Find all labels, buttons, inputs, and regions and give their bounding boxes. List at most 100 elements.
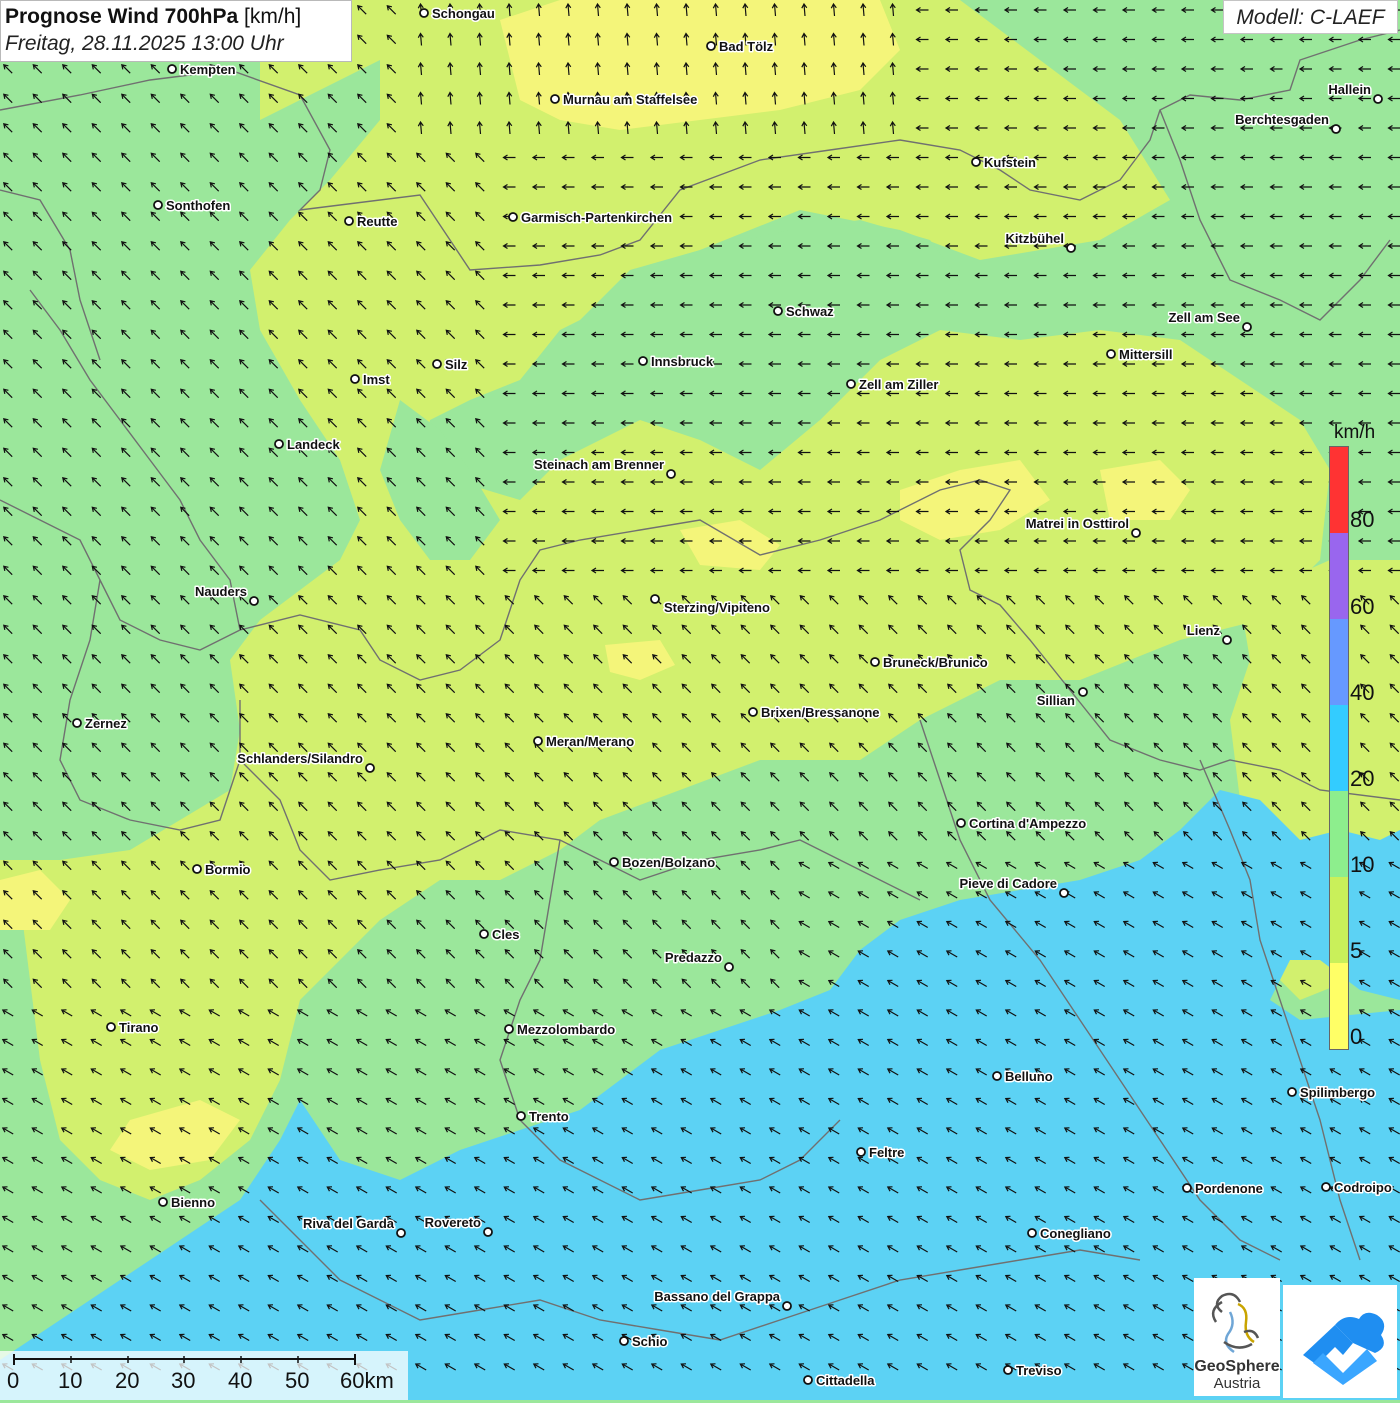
city-label: Cles	[492, 927, 519, 942]
city-label: Brixen/Bressanone	[761, 705, 880, 720]
city-zell-am-ziller: Zell am Ziller	[847, 377, 938, 392]
city-schongau: Schongau	[420, 6, 495, 21]
city-label: Pieve di Cadore	[959, 876, 1057, 891]
city-marker-icon	[351, 375, 359, 383]
city-label: Rovereto	[425, 1215, 481, 1230]
city-marker-icon	[397, 1229, 405, 1237]
city-marker-icon	[1183, 1184, 1191, 1192]
wind-forecast-map[interactable]: Schongau Bad Tölz Kempten Murnau am Staffel…	[0, 0, 1400, 1400]
legend-segment-cyan	[1330, 705, 1348, 791]
city-cortina-d-ampezzo: Cortina d'Ampezzo	[957, 816, 1086, 831]
map-title: Prognose Wind 700hPa [km/h]	[5, 4, 351, 30]
legend-tick-80: 80	[1350, 507, 1374, 533]
city-bruneck-brunico: Bruneck/Brunico	[871, 655, 988, 670]
legend-unit: km/h	[1334, 422, 1375, 444]
city-label: Schwaz	[786, 304, 834, 319]
city-marker-icon	[1288, 1088, 1296, 1096]
city-label: Feltre	[869, 1145, 904, 1160]
scale-label-50: 50	[285, 1368, 309, 1394]
city-marker-icon	[667, 470, 675, 478]
geosphere-emblem-icon	[1194, 1282, 1280, 1360]
city-conegliano: Conegliano	[1028, 1226, 1111, 1241]
geosphere-logo[interactable]: GeoSphere Austria	[1194, 1278, 1280, 1396]
city-label: Lienz	[1187, 623, 1221, 638]
city-label: Innsbruck	[651, 354, 714, 369]
city-marker-icon	[551, 95, 559, 103]
city-label: Mezzolombardo	[517, 1022, 615, 1037]
city-label: Silz	[445, 357, 468, 372]
city-marker-icon	[1322, 1183, 1330, 1191]
city-label: Bozen/Bolzano	[622, 855, 715, 870]
city-label: Kempten	[180, 62, 236, 77]
city-marker-icon	[517, 1112, 525, 1120]
city-marker-icon	[871, 658, 879, 666]
title-box: Prognose Wind 700hPa [km/h] Freitag, 28.…	[0, 0, 352, 62]
app-logo[interactable]	[1283, 1285, 1397, 1398]
city-marker-icon	[250, 597, 258, 605]
legend-tick-5: 5	[1350, 938, 1362, 964]
city-label: Landeck	[287, 437, 341, 452]
city-marker-icon	[1004, 1366, 1012, 1374]
city-mezzolombardo: Mezzolombardo	[505, 1022, 615, 1037]
city-marker-icon	[957, 819, 965, 827]
city-spilimbergo: Spilimbergo	[1288, 1085, 1375, 1100]
city-marker-icon	[154, 201, 162, 209]
city-marker-icon	[1028, 1229, 1036, 1237]
city-marker-icon	[484, 1228, 492, 1236]
city-marker-icon	[534, 737, 542, 745]
city-marker-icon	[620, 1337, 628, 1345]
city-marker-icon	[1079, 688, 1087, 696]
city-label: Kitzbühel	[1006, 231, 1065, 246]
city-label: Bad Tölz	[719, 39, 774, 54]
city-marker-icon	[168, 65, 176, 73]
city-marker-icon	[857, 1148, 865, 1156]
city-label: Treviso	[1016, 1363, 1062, 1378]
legend-tick-60: 60	[1350, 594, 1374, 620]
city-label: Bienno	[171, 1195, 215, 1210]
city-label: Steinach am Brenner	[534, 457, 664, 472]
city-marker-icon	[433, 360, 441, 368]
map-title-main: Prognose Wind 700hPa	[5, 5, 238, 28]
legend-tick-0: 0	[1350, 1024, 1362, 1050]
city-marker-icon	[651, 595, 659, 603]
city-label: Bormio	[205, 862, 251, 877]
app-cloud-arrow-icon	[1283, 1285, 1397, 1398]
legend-tick-10: 10	[1350, 852, 1374, 878]
city-marker-icon	[749, 708, 757, 716]
city-murnau-am-staffelsee: Murnau am Staffelsee	[551, 92, 697, 107]
city-label: Sterzing/Vipiteno	[664, 600, 770, 615]
map-title-unit: [km/h]	[244, 5, 301, 28]
model-label: Modell: C-LAEF	[1223, 0, 1398, 34]
legend-tick-40: 40	[1350, 680, 1374, 706]
city-label: Hallein	[1328, 82, 1371, 97]
city-label: Predazzo	[665, 950, 722, 965]
city-marker-icon	[509, 213, 517, 221]
geosphere-name-line1: GeoSphere	[1194, 1358, 1280, 1376]
legend-segment-yellow	[1330, 963, 1348, 1049]
city-marker-icon	[366, 764, 374, 772]
city-label: Garmisch-Partenkirchen	[521, 210, 672, 225]
city-innsbruck: Innsbruck	[639, 354, 714, 369]
legend-segment-red	[1330, 447, 1348, 533]
city-marker-icon	[1374, 95, 1382, 103]
city-marker-icon	[107, 1023, 115, 1031]
city-marker-icon	[847, 380, 855, 388]
city-garmisch-partenkirchen: Garmisch-Partenkirchen	[509, 210, 672, 225]
city-marker-icon	[725, 963, 733, 971]
city-label: Imst	[363, 372, 390, 387]
city-marker-icon	[275, 440, 283, 448]
city-label: Zell am See	[1168, 310, 1240, 325]
city-label: Berchtesgaden	[1235, 112, 1329, 127]
city-marker-icon	[73, 719, 81, 727]
legend-segment-purple	[1330, 533, 1348, 619]
city-label: Codroipo	[1334, 1180, 1392, 1195]
city-marker-icon	[1107, 350, 1115, 358]
city-brixen-bressanone: Brixen/Bressanone	[749, 705, 880, 720]
city-bozen-bolzano: Bozen/Bolzano	[610, 855, 715, 870]
city-label: Schio	[632, 1334, 667, 1349]
legend-colorbar	[1329, 446, 1349, 1050]
city-label: Reutte	[357, 214, 397, 229]
legend-segment-yellowgreen	[1330, 877, 1348, 963]
city-label: Sonthofen	[166, 198, 230, 213]
scale-label-10: 10	[58, 1368, 82, 1394]
